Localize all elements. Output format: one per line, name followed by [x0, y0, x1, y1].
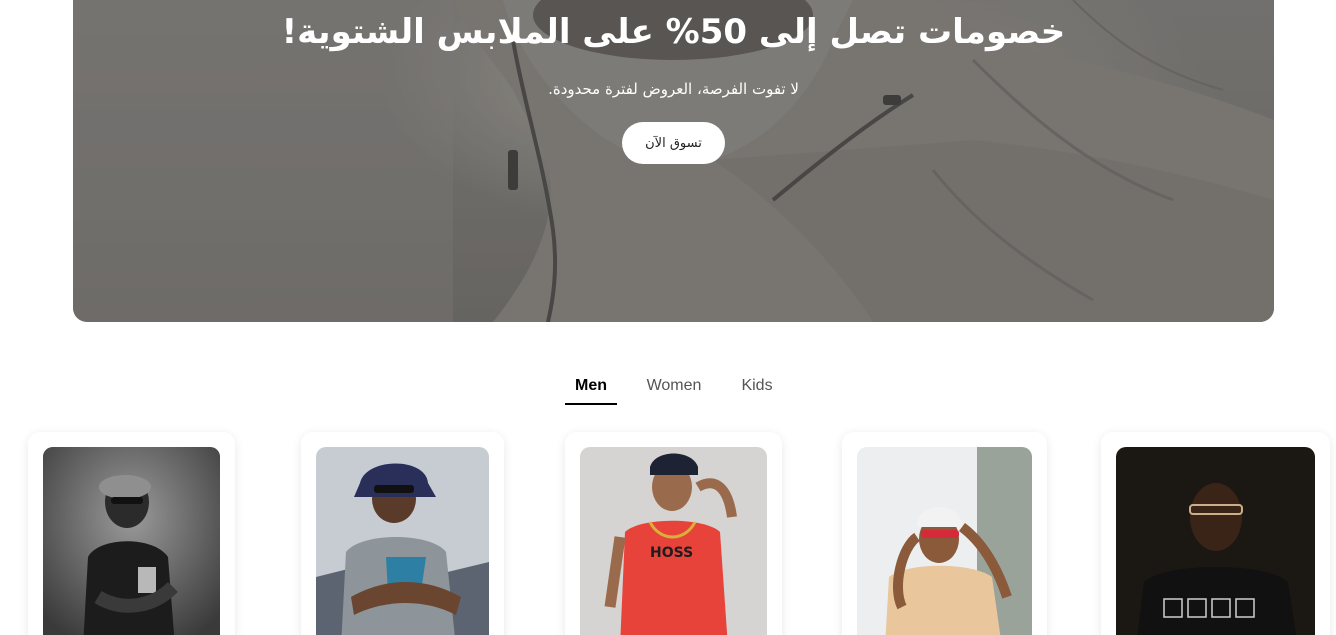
tab-kids[interactable]: Kids	[735, 377, 779, 403]
product-image[interactable]	[316, 447, 489, 635]
tab-men[interactable]: Men	[565, 377, 617, 405]
hero-banner: خصومات تصل إلى 50% على الملابس الشتوية! …	[73, 0, 1274, 322]
shop-now-button[interactable]: تسوق الآن	[622, 122, 725, 164]
product-card[interactable]	[28, 432, 235, 635]
hero-title: خصومات تصل إلى 50% على الملابس الشتوية!	[281, 12, 1066, 52]
product-image[interactable]: HOSS	[580, 447, 767, 635]
product-card[interactable]: HOSS	[565, 432, 782, 635]
product-image[interactable]	[1116, 447, 1315, 635]
hero-subtitle: لا تفوت الفرصة، العروض لفترة محدودة.	[548, 80, 799, 98]
product-card[interactable]	[301, 432, 504, 635]
product-image[interactable]	[857, 447, 1032, 635]
tab-women[interactable]: Women	[641, 377, 707, 403]
svg-text:HOSS: HOSS	[650, 545, 693, 561]
page: خصومات تصل إلى 50% على الملابس الشتوية! …	[0, 0, 1336, 635]
product-card[interactable]	[842, 432, 1047, 635]
product-image[interactable]	[43, 447, 220, 635]
product-card[interactable]	[1101, 432, 1330, 635]
